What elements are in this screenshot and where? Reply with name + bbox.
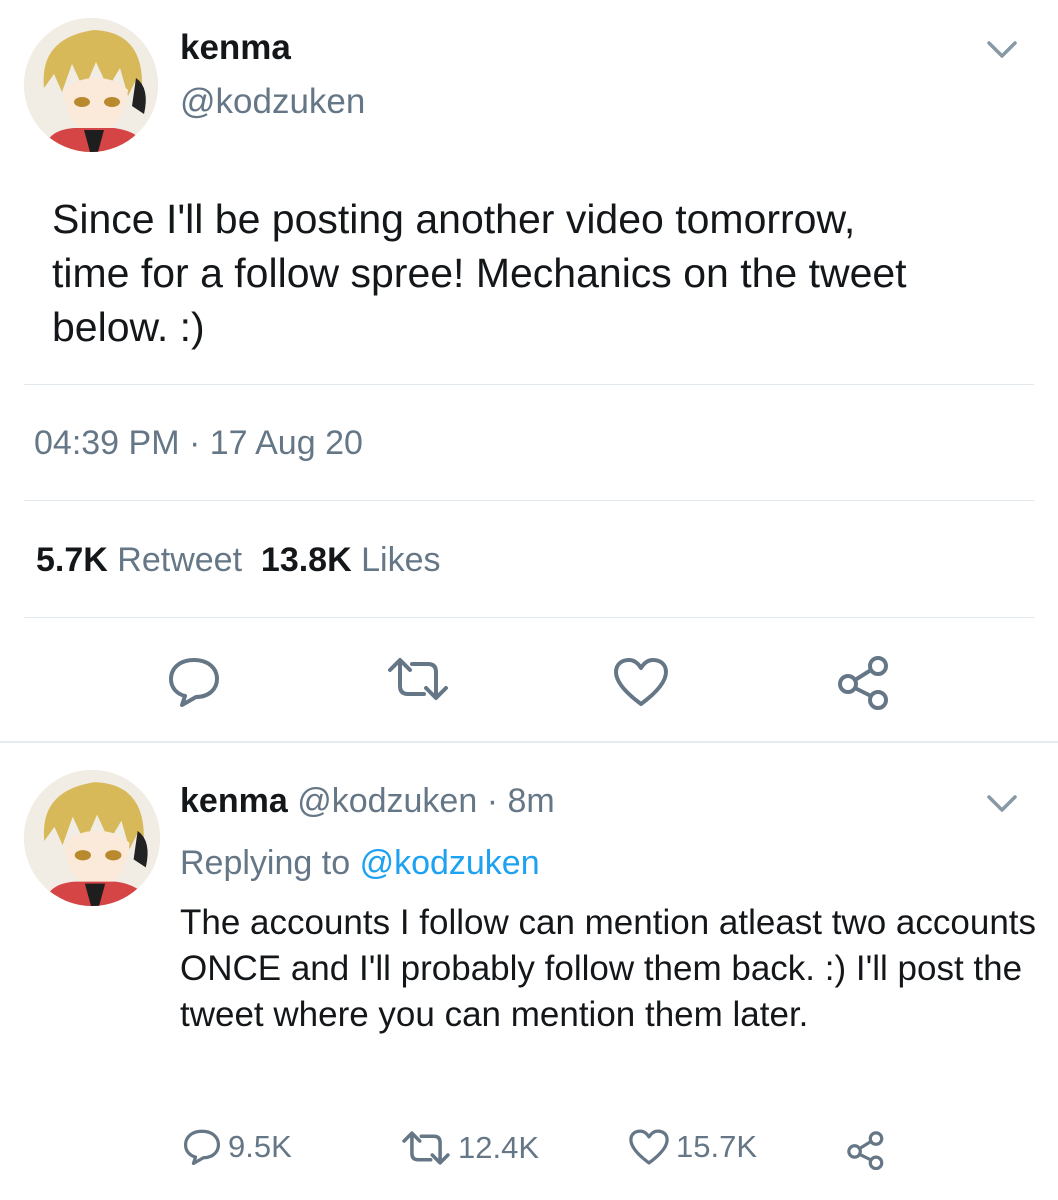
retweet-count: 12.4K xyxy=(458,1130,540,1165)
retweet-label[interactable]: Retweet xyxy=(117,541,242,579)
like-count[interactable]: 13.8K xyxy=(261,541,352,579)
retweet-icon xyxy=(402,1131,450,1165)
chevron-down-icon[interactable] xyxy=(986,40,1018,65)
tweet-separator xyxy=(0,741,1058,743)
avatar[interactable] xyxy=(24,18,158,152)
divider xyxy=(24,500,1034,501)
author-handle[interactable]: @kodzuken xyxy=(297,782,477,820)
share-icon[interactable] xyxy=(836,654,892,715)
retweet-icon[interactable] xyxy=(386,656,450,707)
avatar[interactable] xyxy=(24,770,160,906)
engagement-stats: 5.7K Retweet 13.8K Likes xyxy=(36,541,440,580)
replying-to: Replying to @kodzuken xyxy=(180,844,540,883)
like-label[interactable]: Likes xyxy=(361,541,440,579)
timestamp[interactable]: 04:39 PM · 17 Aug 20 xyxy=(34,424,363,463)
author-name[interactable]: kenma xyxy=(180,28,291,68)
like-icon[interactable] xyxy=(612,656,670,713)
time-ago: · 8m xyxy=(486,782,555,820)
reply-icon[interactable] xyxy=(166,656,222,713)
divider xyxy=(24,384,1034,385)
reply-text: The accounts I follow can mention atleas… xyxy=(180,903,1037,1034)
main-tweet: kenma @kodzuken Since I'll be posting an… xyxy=(0,0,1058,743)
share-icon xyxy=(847,1131,884,1170)
reply-icon xyxy=(183,1129,221,1166)
author-handle[interactable]: @kodzuken xyxy=(180,82,365,122)
chevron-down-icon[interactable] xyxy=(986,794,1018,819)
like-icon xyxy=(629,1129,669,1165)
like-count: 15.7K xyxy=(676,1129,758,1164)
retweet-count[interactable]: 5.7K xyxy=(36,541,108,579)
like-action[interactable]: 15.7K xyxy=(628,1128,757,1166)
reply-action[interactable]: 9.5K xyxy=(182,1128,292,1166)
reply-count: 9.5K xyxy=(228,1129,292,1164)
author-name[interactable]: kenma xyxy=(180,782,288,820)
replying-prefix: Replying to xyxy=(180,844,351,882)
replying-handle-link[interactable]: @kodzuken xyxy=(360,844,540,882)
tweet-text: Since I'll be posting another video tomo… xyxy=(52,196,907,350)
reply-header: kenma @kodzuken · 8m xyxy=(180,782,555,821)
reply-tweet[interactable]: kenma @kodzuken · 8m Replying to @kodzuk… xyxy=(0,744,1058,1200)
share-action[interactable] xyxy=(846,1130,892,1170)
divider xyxy=(24,617,1034,618)
retweet-action[interactable]: 12.4K xyxy=(400,1130,539,1166)
